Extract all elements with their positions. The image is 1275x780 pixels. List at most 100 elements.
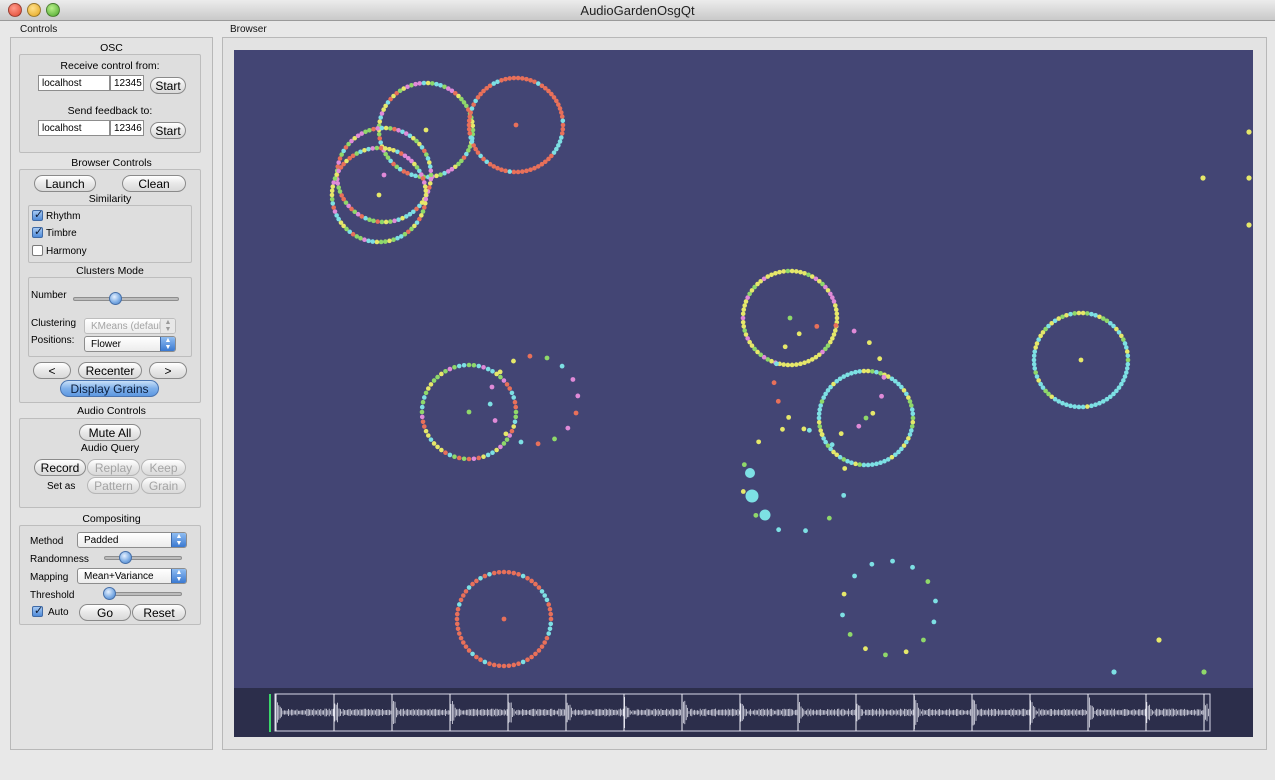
grain-dot[interactable] [515,169,521,175]
grain-dot[interactable] [866,340,872,346]
grain-dot[interactable] [331,180,336,185]
cluster-center[interactable] [863,415,869,421]
grain-dot[interactable] [560,118,566,124]
grain-dot[interactable] [478,657,483,663]
reset-button[interactable]: Reset [132,604,186,621]
grain-dot[interactable] [466,118,472,124]
grain-dot[interactable] [535,441,541,447]
grain-dot[interactable] [420,419,426,425]
grain-dot[interactable] [392,218,397,224]
grain-dot[interactable] [874,369,879,375]
grain-dot[interactable] [370,239,375,244]
grain-dot[interactable] [816,411,822,417]
grain-dot[interactable] [789,362,795,368]
grain-dot[interactable] [461,456,467,462]
grain-dot[interactable] [423,192,429,198]
grain-dot[interactable] [379,125,385,131]
grain-dot[interactable] [492,418,498,423]
grain-dot[interactable] [573,410,579,416]
grain-dot[interactable] [499,78,504,83]
grain-dot[interactable] [548,611,554,617]
grain-dot[interactable] [421,80,427,86]
grain-dot[interactable] [796,331,802,337]
receive-port-field[interactable]: 12345 [110,75,144,91]
grain-dot[interactable] [856,423,862,429]
grain-dot[interactable] [861,368,867,374]
grain-dot[interactable] [518,439,524,445]
grain-dot[interactable] [466,585,472,590]
grain-dot[interactable] [560,122,566,128]
grain-dot[interactable] [471,362,477,368]
grain-dot[interactable] [740,311,746,317]
grain-dot[interactable] [1246,175,1252,181]
grain-dot[interactable] [853,461,858,467]
grain-dot[interactable] [826,515,832,521]
grain-dot[interactable] [362,237,367,242]
grain-dot[interactable] [377,136,383,141]
grain-dot[interactable] [921,637,926,643]
grain-dot[interactable] [466,122,472,128]
grain-dot[interactable] [878,371,883,376]
grain-dot[interactable] [511,424,516,429]
grain-dot[interactable] [870,462,875,467]
grain-dot[interactable] [470,581,475,587]
grain-dot[interactable] [435,444,440,450]
grain-dot[interactable] [1124,370,1129,375]
grain-dot[interactable] [504,382,510,387]
grain-dot[interactable] [371,218,376,224]
grain-dot[interactable] [476,455,482,461]
grain-dot[interactable] [463,644,469,649]
grain-dot[interactable] [1076,310,1082,316]
grain-dot[interactable] [374,145,380,151]
grain-dot[interactable] [476,363,482,369]
grain-dot[interactable] [1031,353,1037,359]
grain-dot[interactable] [1033,370,1038,375]
grain-dot[interactable] [1125,361,1131,367]
grain-dot[interactable] [478,575,483,581]
grain-dot[interactable] [548,616,554,622]
grain-dot[interactable] [782,344,788,350]
grain-dot[interactable] [1246,129,1252,135]
grain-dot[interactable] [467,131,473,136]
grain-dot[interactable] [524,76,529,82]
grain-dot[interactable] [1068,403,1073,409]
grain-dot[interactable] [391,148,396,153]
number-slider[interactable] [73,297,179,301]
grain-dot[interactable] [516,661,521,666]
grain-dot[interactable] [842,466,848,471]
grain-dot[interactable] [539,589,545,594]
grain-dot[interactable] [1033,345,1038,350]
grain-dot[interactable] [528,78,533,83]
grain-dot[interactable] [420,176,426,181]
grain-dot[interactable] [422,424,427,429]
grain-dot[interactable] [499,167,504,172]
grain-dot[interactable] [1089,311,1094,317]
grain-dot[interactable] [910,564,915,570]
grain-dot[interactable] [1032,349,1038,354]
grain-dot[interactable] [423,188,429,194]
mapping-select[interactable]: Mean+Variance ▲ ▼ [77,568,187,584]
grain-dot[interactable] [430,81,435,86]
grain-dot[interactable] [485,452,491,458]
grain-dot[interactable] [774,361,779,367]
grain-dot[interactable] [506,663,512,669]
grain-dot[interactable] [512,419,518,425]
grain-dot[interactable] [512,399,518,405]
grain-dot[interactable] [482,573,488,579]
grain-dot[interactable] [428,437,434,442]
grain-dot[interactable] [431,441,437,446]
grain-dot[interactable] [740,315,746,321]
grain-dot[interactable] [1076,404,1082,410]
grain-dot[interactable] [870,369,875,374]
grain-dot[interactable] [773,271,778,276]
grain-dot[interactable] [494,447,499,453]
grain-dot[interactable] [559,114,565,119]
grain-dot[interactable] [463,589,469,594]
grain-dot[interactable] [470,127,476,133]
grain-dot[interactable] [520,76,525,81]
grain-dot[interactable] [536,648,542,653]
grain-dot[interactable] [548,621,554,627]
grain-dot[interactable] [366,146,371,152]
grain-dot[interactable] [1085,311,1090,316]
grain-dot[interactable] [511,169,517,175]
